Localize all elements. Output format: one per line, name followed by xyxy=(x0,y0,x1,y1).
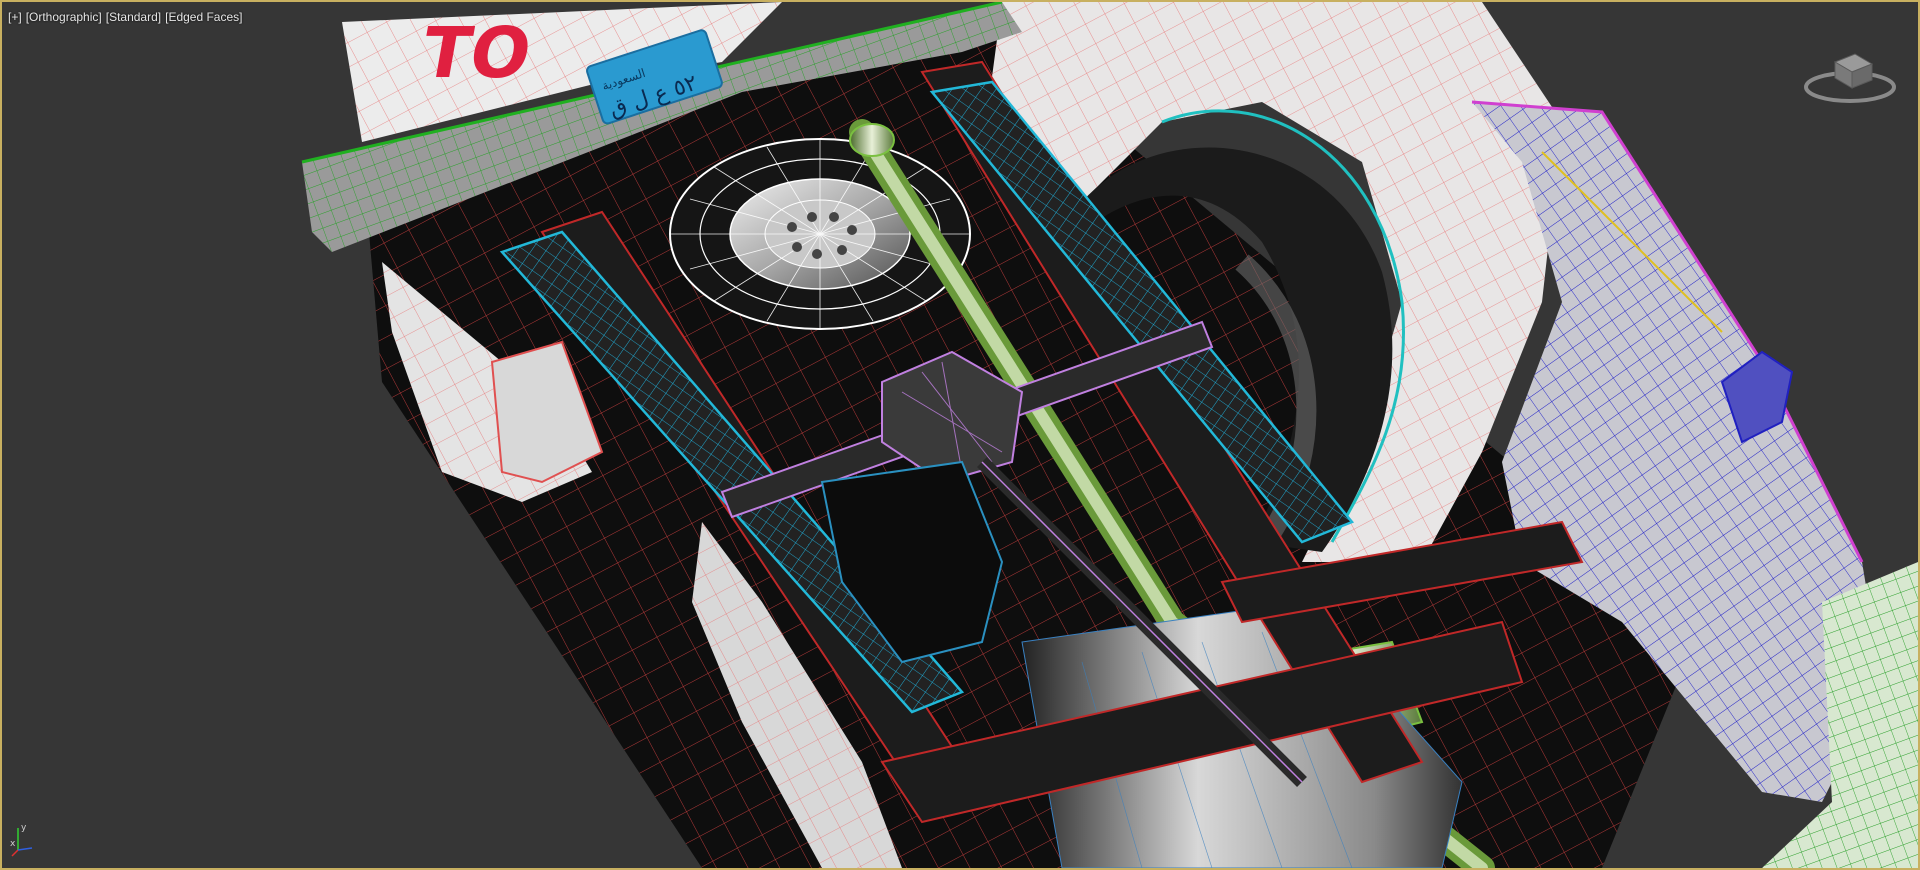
axis-x-label: x xyxy=(10,839,16,849)
viewport-edged-faces-button[interactable]: [Edged Faces] xyxy=(165,10,242,28)
tailgate-lettering: TO xyxy=(416,12,538,93)
axis-tripod-icon: y x xyxy=(10,823,33,857)
axis-y-label: y xyxy=(21,823,27,833)
axis-tripod: y x xyxy=(10,818,40,858)
viewport-menu-button[interactable]: [+] xyxy=(8,10,22,28)
viewcube-icon[interactable] xyxy=(1800,42,1900,112)
viewport-view-mode-button[interactable]: [Orthographic] xyxy=(26,10,102,28)
viewport-perspective[interactable]: [+] [Orthographic] [Standard] [Edged Fac… xyxy=(0,0,1920,870)
viewport-shading-button[interactable]: [Standard] xyxy=(106,10,161,28)
viewport-label-bar: [+] [Orthographic] [Standard] [Edged Fac… xyxy=(8,10,243,28)
viewcube-navigation[interactable] xyxy=(1800,42,1900,112)
3d-scene-render[interactable]: TO السعودية ٥٢ ع ل ق xyxy=(2,2,1918,868)
